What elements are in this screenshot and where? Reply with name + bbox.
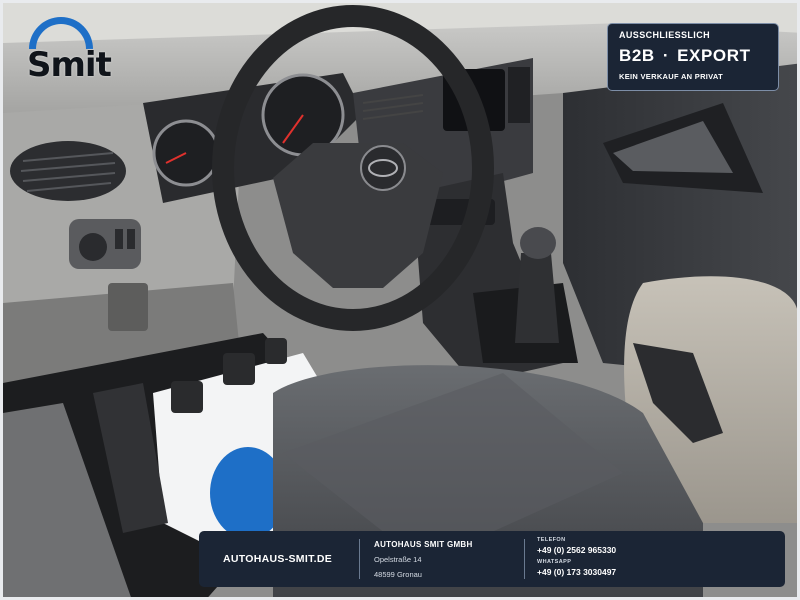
street-address: Opelstraße 14 bbox=[374, 554, 422, 564]
smit-logo: Smit bbox=[23, 17, 123, 85]
logo-text: Smit bbox=[27, 45, 112, 85]
dealer-footer-bar: AUTOHAUS-SMIT.DE AUTOHAUS SMIT GMBH Opel… bbox=[199, 531, 785, 587]
badge-top-text: AUSSCHLIESSLICH bbox=[619, 30, 711, 40]
badge-export-text: EXPORT bbox=[677, 46, 751, 65]
badge-b2b-text: B2B bbox=[619, 46, 655, 65]
phone-label: TELEFON bbox=[537, 537, 566, 543]
address-block: AUTOHAUS SMIT GMBH Opelstraße 14 48599 G… bbox=[360, 540, 524, 579]
b2b-export-badge: AUSSCHLIESSLICH B2B · EXPORT KEIN VERKAU… bbox=[607, 23, 779, 91]
contact-block: TELEFON +49 (0) 2562 965330 WHATSAPP +49… bbox=[525, 537, 616, 581]
city-address: 48599 Gronau bbox=[374, 569, 422, 579]
badge-main-line: B2B · EXPORT bbox=[619, 46, 767, 66]
badge-bottom-text: KEIN VERKAUF AN PRIVAT bbox=[619, 72, 723, 81]
whatsapp-label: WHATSAPP bbox=[537, 559, 572, 565]
interior-illustration bbox=[3, 3, 797, 597]
website-link[interactable]: AUTOHAUS-SMIT.DE bbox=[199, 553, 359, 565]
whatsapp-number[interactable]: +49 (0) 173 3030497 bbox=[537, 567, 616, 577]
car-interior-photo: Smit AUSSCHLIESSLICH B2B · EXPORT KEIN V… bbox=[0, 0, 800, 600]
company-name: AUTOHAUS SMIT GMBH bbox=[374, 539, 473, 549]
badge-separator: · bbox=[662, 46, 670, 65]
phone-number[interactable]: +49 (0) 2562 965330 bbox=[537, 545, 616, 555]
